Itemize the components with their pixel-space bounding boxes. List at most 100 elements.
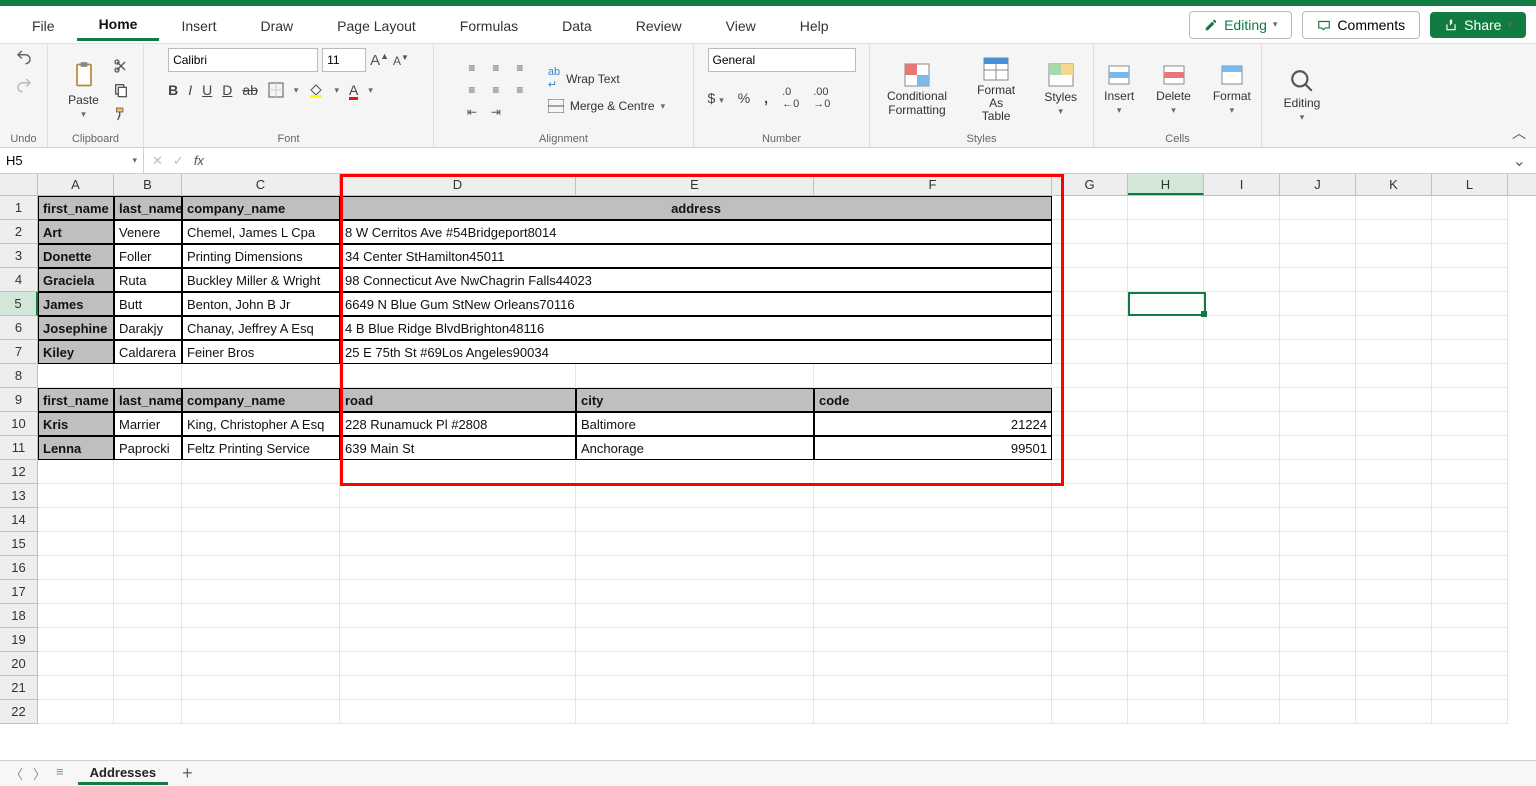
cell-merged[interactable]: 8 W Cerritos Ave #54Bridgeport8014 <box>340 220 1052 244</box>
cell[interactable] <box>1204 244 1280 268</box>
cell[interactable] <box>1356 700 1432 724</box>
cell[interactable] <box>1204 460 1280 484</box>
cell[interactable] <box>1052 196 1128 220</box>
cell[interactable] <box>340 364 576 388</box>
cell[interactable] <box>1128 340 1204 364</box>
cell[interactable]: road <box>340 388 576 412</box>
cell[interactable] <box>1432 244 1508 268</box>
cell[interactable] <box>1280 364 1356 388</box>
cell[interactable]: Marrier <box>114 412 182 436</box>
conditional-formatting-button[interactable]: Conditional Formatting <box>880 60 954 118</box>
cell[interactable] <box>1052 508 1128 532</box>
cell[interactable] <box>1280 340 1356 364</box>
cell[interactable] <box>1280 196 1356 220</box>
cell[interactable] <box>340 652 576 676</box>
col-header-k[interactable]: K <box>1356 174 1432 195</box>
cell[interactable] <box>1432 364 1508 388</box>
cell-merged[interactable]: 34 Center StHamilton45011 <box>340 244 1052 268</box>
cell[interactable] <box>1280 292 1356 316</box>
row-header[interactable]: 12 <box>0 460 38 484</box>
cell[interactable] <box>1356 244 1432 268</box>
cell[interactable] <box>1052 244 1128 268</box>
cell[interactable] <box>1052 700 1128 724</box>
cell[interactable] <box>1128 196 1204 220</box>
cell[interactable] <box>114 508 182 532</box>
cell[interactable] <box>182 652 340 676</box>
cell[interactable] <box>1128 316 1204 340</box>
row-header[interactable]: 7 <box>0 340 38 364</box>
row-header[interactable]: 3 <box>0 244 38 268</box>
italic-button[interactable]: I <box>188 82 192 98</box>
cell[interactable] <box>576 532 814 556</box>
comments-button[interactable]: Comments <box>1302 11 1420 39</box>
cell[interactable] <box>1128 628 1204 652</box>
font-size-select[interactable] <box>322 48 366 72</box>
cell[interactable] <box>1204 484 1280 508</box>
cell[interactable]: city <box>576 388 814 412</box>
cell[interactable] <box>576 484 814 508</box>
cell[interactable] <box>114 460 182 484</box>
cell[interactable] <box>1280 700 1356 724</box>
alignment-buttons[interactable]: ≡≡≡ ≡≡≡ ⇤⇥ <box>462 59 530 121</box>
redo-icon[interactable] <box>15 76 33 94</box>
cell[interactable] <box>1432 628 1508 652</box>
cell[interactable] <box>114 628 182 652</box>
cell[interactable] <box>114 676 182 700</box>
cell[interactable] <box>1204 556 1280 580</box>
cell[interactable]: Donette <box>38 244 114 268</box>
cell[interactable]: 639 Main St <box>340 436 576 460</box>
tab-page-layout[interactable]: Page Layout <box>315 10 438 40</box>
cell[interactable] <box>1432 220 1508 244</box>
cell[interactable] <box>1052 604 1128 628</box>
cell[interactable]: Feltz Printing Service <box>182 436 340 460</box>
cell[interactable] <box>340 556 576 580</box>
cell[interactable] <box>1204 316 1280 340</box>
col-header-a[interactable]: A <box>38 174 114 195</box>
col-header-f[interactable]: F <box>814 174 1052 195</box>
cell[interactable] <box>340 460 576 484</box>
sheet-prev-icon[interactable]: 〈 <box>10 764 23 783</box>
cell[interactable] <box>1204 604 1280 628</box>
cell[interactable] <box>1128 652 1204 676</box>
cell[interactable] <box>1204 676 1280 700</box>
cell[interactable]: first_name <box>38 196 114 220</box>
cell[interactable] <box>114 604 182 628</box>
cell[interactable] <box>1356 556 1432 580</box>
cell[interactable] <box>1204 196 1280 220</box>
cell[interactable] <box>38 628 114 652</box>
col-header-e[interactable]: E <box>576 174 814 195</box>
cell[interactable]: Printing Dimensions <box>182 244 340 268</box>
cell[interactable] <box>814 364 1052 388</box>
cell[interactable]: Caldarera <box>114 340 182 364</box>
cell[interactable] <box>1052 340 1128 364</box>
cell[interactable]: Buckley Miller & Wright <box>182 268 340 292</box>
cell[interactable] <box>1280 268 1356 292</box>
cell[interactable] <box>1356 628 1432 652</box>
row-header[interactable]: 14 <box>0 508 38 532</box>
cell[interactable] <box>1280 436 1356 460</box>
cell[interactable]: Darakjy <box>114 316 182 340</box>
cell-merged[interactable]: 4 B Blue Ridge BlvdBrighton48116 <box>340 316 1052 340</box>
cell[interactable]: 228 Runamuck Pl #2808 <box>340 412 576 436</box>
select-all-corner[interactable] <box>0 174 38 195</box>
cell-merged[interactable]: 98 Connecticut Ave NwChagrin Falls44023 <box>340 268 1052 292</box>
tab-draw[interactable]: Draw <box>238 10 315 40</box>
cell[interactable]: code <box>814 388 1052 412</box>
cell[interactable] <box>114 580 182 604</box>
cell[interactable] <box>182 580 340 604</box>
cell[interactable] <box>814 604 1052 628</box>
col-header-h[interactable]: H <box>1128 174 1204 195</box>
col-header-i[interactable]: I <box>1204 174 1280 195</box>
cell[interactable] <box>1280 604 1356 628</box>
cell[interactable]: Art <box>38 220 114 244</box>
tab-formulas[interactable]: Formulas <box>438 10 540 40</box>
cell[interactable] <box>1280 412 1356 436</box>
cell[interactable] <box>1432 652 1508 676</box>
share-button[interactable]: Share ▾ <box>1430 12 1526 38</box>
cell[interactable]: Venere <box>114 220 182 244</box>
cell[interactable] <box>1204 436 1280 460</box>
row-header[interactable]: 1 <box>0 196 38 220</box>
cell[interactable] <box>1280 532 1356 556</box>
cell[interactable] <box>114 364 182 388</box>
cell[interactable] <box>814 676 1052 700</box>
